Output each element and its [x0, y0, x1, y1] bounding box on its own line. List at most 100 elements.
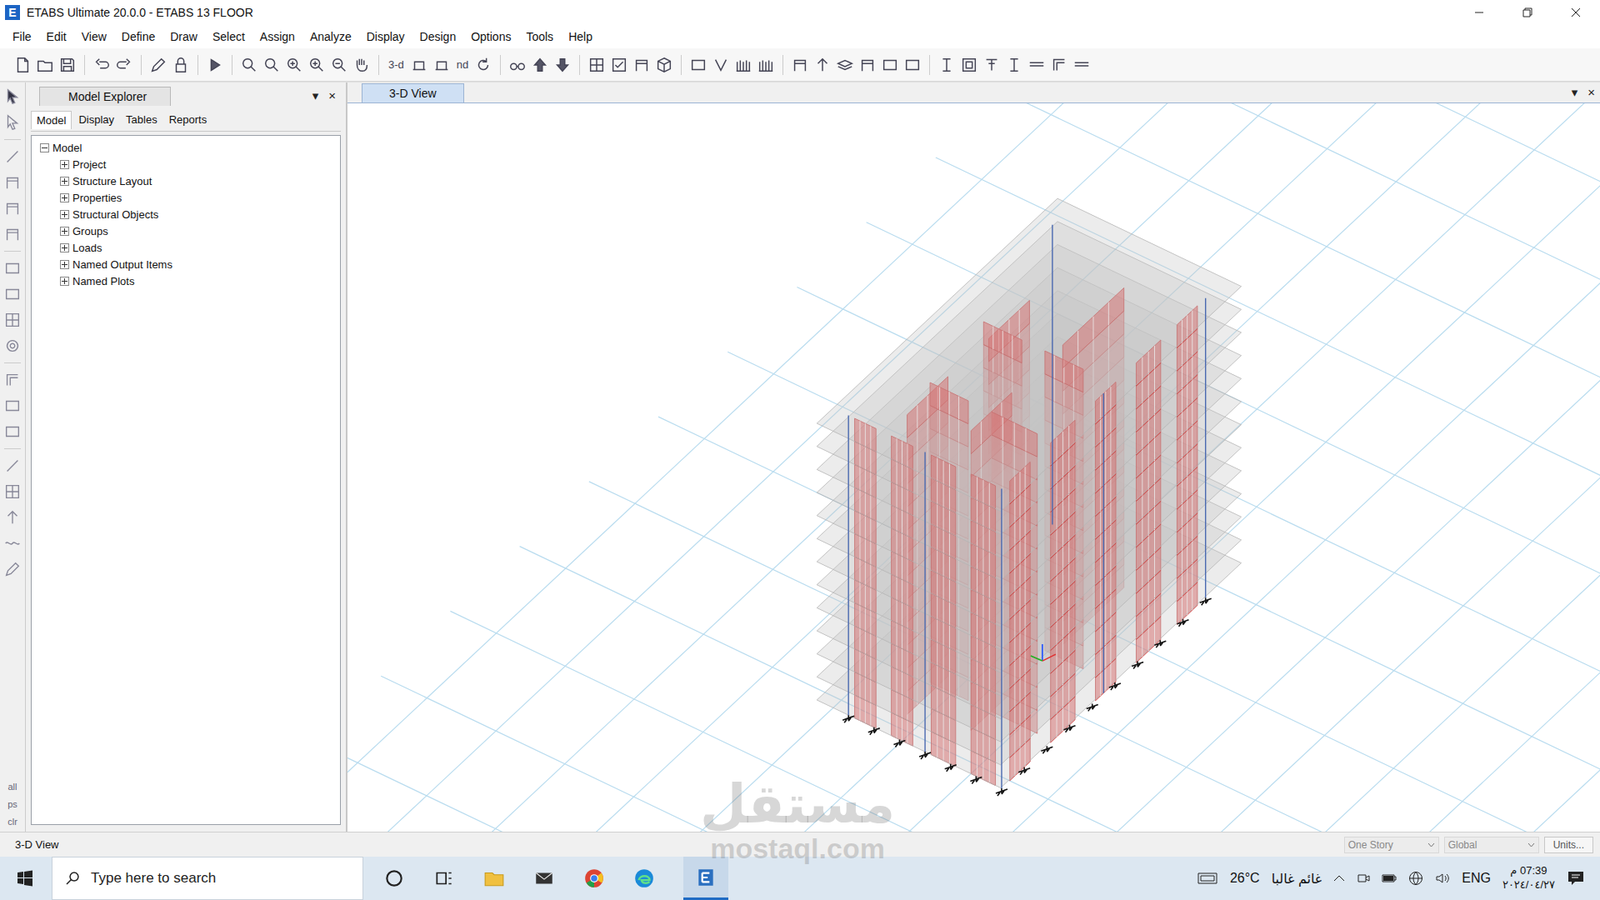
expand-icon[interactable]	[40, 143, 50, 153]
menu-item[interactable]: Select	[205, 27, 253, 46]
box-icon[interactable]	[3, 396, 22, 415]
cortana-icon[interactable]	[383, 867, 405, 890]
menu-item[interactable]: Help	[560, 27, 600, 46]
view-tab[interactable]: 3-D View	[361, 83, 465, 103]
save-icon[interactable]	[58, 55, 77, 75]
tree-item[interactable]: Model	[40, 139, 332, 156]
menu-item[interactable]: Display	[359, 27, 413, 46]
frame-icon[interactable]	[3, 225, 22, 244]
frame-icon[interactable]	[858, 55, 877, 75]
explorer-tab[interactable]: Reports	[164, 110, 213, 130]
frame-icon[interactable]	[632, 55, 651, 75]
zoom-icon[interactable]	[240, 55, 259, 75]
language[interactable]: ENG	[1461, 870, 1491, 886]
line-icon[interactable]	[3, 456, 22, 475]
tree-item[interactable]: Groups	[40, 222, 332, 240]
arrow-icon[interactable]	[3, 508, 22, 527]
circle-icon[interactable]	[3, 336, 22, 355]
arrow-icon[interactable]	[813, 55, 832, 75]
minimize-button[interactable]	[1455, 0, 1504, 25]
select-button[interactable]: all	[7, 781, 17, 792]
network-icon[interactable]	[1408, 870, 1424, 886]
menu-item[interactable]: Analyze	[302, 27, 360, 46]
wave-icon[interactable]	[3, 534, 22, 553]
up-icon[interactable]	[530, 55, 550, 75]
select-button[interactable]: clr	[7, 816, 18, 827]
grid-icon[interactable]	[3, 482, 22, 501]
menu-item[interactable]: View	[74, 27, 115, 46]
pointer-icon[interactable]	[3, 113, 22, 132]
meet-icon[interactable]	[1356, 871, 1370, 885]
grid-icon[interactable]	[587, 55, 606, 75]
select-button[interactable]: ps	[7, 799, 18, 810]
cube-icon[interactable]	[655, 55, 674, 75]
temperature[interactable]: 26°C	[1230, 870, 1260, 886]
menu-item[interactable]: Assign	[252, 27, 303, 46]
expand-icon[interactable]	[60, 260, 70, 270]
redo-icon[interactable]	[115, 55, 134, 75]
etabs-taskbar-button[interactable]	[683, 856, 729, 900]
expand-icon[interactable]	[60, 160, 70, 170]
edge-icon[interactable]	[633, 867, 655, 890]
frame-icon[interactable]	[3, 199, 22, 218]
model-canvas[interactable]	[347, 103, 1600, 832]
box-icon[interactable]	[3, 422, 22, 441]
corner-icon[interactable]	[1050, 55, 1069, 75]
expand-icon[interactable]	[60, 243, 70, 253]
pencil-icon[interactable]	[149, 55, 168, 75]
weather-text[interactable]: غائم غالبا	[1271, 870, 1323, 887]
coord-dropdown[interactable]: Global	[1444, 836, 1540, 854]
v-icon[interactable]	[711, 55, 730, 75]
units-button[interactable]: Units...	[1544, 836, 1594, 854]
battery-icon[interactable]	[1381, 871, 1397, 885]
zoom-icon[interactable]	[262, 55, 281, 75]
dash-icon[interactable]	[1027, 55, 1046, 75]
mail-icon[interactable]	[533, 867, 555, 890]
panel-control[interactable]: ×	[1587, 85, 1595, 100]
square-icon[interactable]	[960, 55, 979, 75]
tree-item[interactable]: Project	[40, 155, 332, 173]
menu-item[interactable]: Options	[463, 27, 519, 46]
explorer-tab[interactable]: Tables	[120, 110, 163, 130]
lock-icon[interactable]	[171, 55, 190, 75]
box-icon[interactable]	[689, 55, 708, 75]
close-button[interactable]	[1551, 0, 1600, 25]
tree-item[interactable]: Named Output Items	[40, 255, 332, 273]
expand-icon[interactable]	[60, 210, 70, 220]
story-dropdown[interactable]: One Story	[1344, 836, 1440, 854]
run-icon[interactable]	[205, 55, 225, 75]
zoomout-icon[interactable]	[330, 55, 349, 75]
menu-item[interactable]: Edit	[39, 27, 75, 46]
bars-icon[interactable]	[734, 55, 753, 75]
open-icon[interactable]	[35, 55, 55, 75]
bars-icon[interactable]	[756, 55, 775, 75]
corner-icon[interactable]	[3, 370, 22, 390]
panel-control[interactable]: ×	[328, 88, 336, 104]
box-icon[interactable]	[880, 55, 900, 75]
tbeam-icon[interactable]	[982, 55, 1001, 75]
menu-item[interactable]: Draw	[162, 27, 205, 46]
menu-item[interactable]: File	[5, 27, 40, 46]
dash-icon[interactable]	[1072, 55, 1091, 75]
file-explorer-icon[interactable]	[483, 867, 505, 890]
ibeam-icon[interactable]	[937, 55, 956, 75]
tree-item[interactable]: Structure Layout	[40, 172, 332, 190]
expand-icon[interactable]	[60, 226, 70, 236]
slab-icon[interactable]	[835, 55, 855, 75]
plan-icon[interactable]	[432, 55, 451, 75]
windows-logo-icon[interactable]	[16, 870, 34, 887]
panel-control[interactable]: ▾	[312, 88, 320, 104]
box-icon[interactable]	[3, 259, 22, 278]
chevron-up-icon[interactable]	[1333, 874, 1345, 883]
task-view-icon[interactable]	[433, 867, 455, 890]
zoomin-icon[interactable]	[285, 55, 304, 75]
box-icon[interactable]	[3, 285, 22, 304]
tree-item[interactable]: Loads	[40, 239, 332, 256]
search-box[interactable]: Type here to search	[51, 856, 364, 900]
pan-icon[interactable]	[352, 55, 371, 75]
line-icon[interactable]	[3, 147, 22, 166]
chrome-icon[interactable]	[583, 867, 605, 890]
panel-control[interactable]: ▾	[1571, 85, 1579, 100]
menu-item[interactable]: Define	[114, 27, 163, 46]
down-icon[interactable]	[553, 55, 572, 75]
